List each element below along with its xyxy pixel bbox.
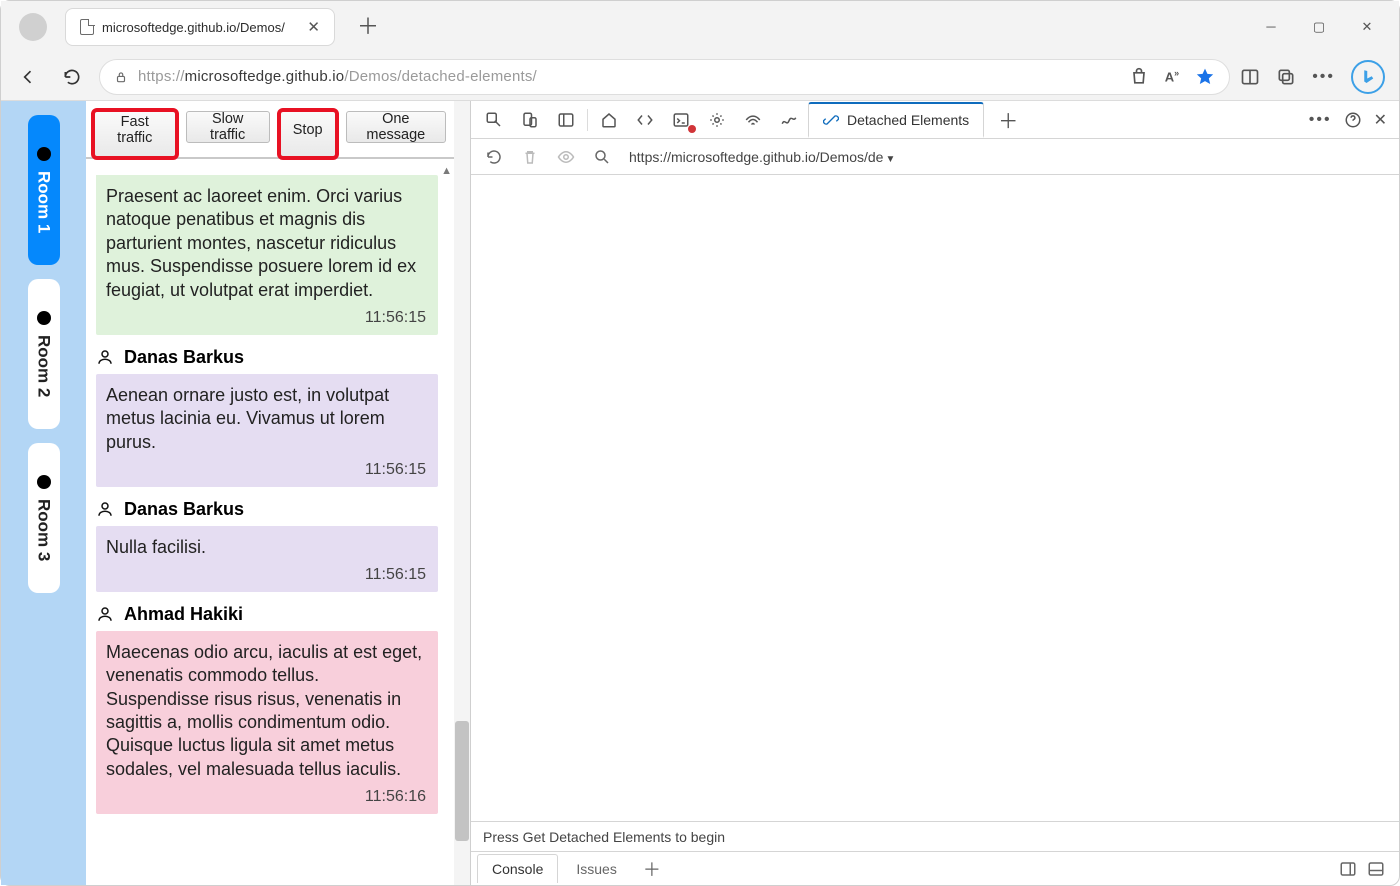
room-label: Room 2 bbox=[34, 335, 54, 397]
profile-avatar[interactable] bbox=[19, 13, 47, 41]
detached-elements-icon bbox=[823, 112, 839, 128]
message-timestamp: 11:56:16 bbox=[106, 787, 426, 808]
rooms-sidebar: Room 1 Room 2 Room 3 bbox=[1, 101, 86, 885]
devtools-body bbox=[471, 175, 1399, 821]
devtools-tab-label: Detached Elements bbox=[847, 112, 969, 128]
performance-tool-icon[interactable] bbox=[772, 105, 806, 135]
slow-traffic-button[interactable]: Slow traffic bbox=[186, 111, 270, 143]
devtools-drawer: Console Issues ＋ bbox=[471, 851, 1399, 885]
nav-refresh-button[interactable] bbox=[55, 60, 89, 94]
tab-title: microsoftedge.github.io/Demos/ bbox=[102, 20, 295, 35]
url-box[interactable]: https://microsoftedge.github.io/Demos/de… bbox=[99, 59, 1230, 95]
devtools-tabstrip: Detached Elements ＋ ••• ✕ bbox=[471, 101, 1399, 139]
eye-icon[interactable] bbox=[551, 142, 581, 172]
avatar-icon bbox=[96, 605, 114, 623]
chat-message: Praesent ac laoreet enim. Orci varius na… bbox=[96, 175, 438, 335]
refresh-detached-icon[interactable] bbox=[479, 142, 509, 172]
drawer-tab-console[interactable]: Console bbox=[477, 854, 558, 883]
message-timestamp: 11:56:15 bbox=[106, 460, 426, 481]
message-author: Ahmad Hakiki bbox=[124, 604, 243, 625]
window-controls bbox=[1259, 19, 1393, 35]
devtools-help-icon[interactable] bbox=[1344, 111, 1362, 129]
drawer-collapse-icon[interactable] bbox=[1367, 860, 1385, 878]
favorite-star-icon[interactable] bbox=[1195, 67, 1215, 87]
new-tab-button[interactable]: ＋ bbox=[351, 16, 385, 38]
browser-address-bar: https://microsoftedge.github.io/Demos/de… bbox=[1, 53, 1399, 101]
more-menu-icon[interactable]: ••• bbox=[1312, 68, 1335, 86]
split-screen-icon[interactable] bbox=[1240, 67, 1260, 87]
devtools-frame-url[interactable]: https://microsoftedge.github.io/Demos/de… bbox=[629, 149, 895, 165]
window-maximize-icon[interactable] bbox=[1307, 19, 1331, 35]
drawer-add-tab-button[interactable]: ＋ bbox=[635, 856, 669, 882]
lock-icon bbox=[114, 69, 128, 85]
devtools-add-tab-button[interactable]: ＋ bbox=[992, 105, 1024, 134]
drawer-dock-icon[interactable] bbox=[1339, 860, 1357, 878]
room-tab-1[interactable]: Room 1 bbox=[28, 115, 60, 265]
messages-list: ▲ Praesent ac laoreet enim. Orci varius … bbox=[86, 159, 454, 885]
avatar-icon bbox=[96, 500, 114, 518]
shopping-icon[interactable] bbox=[1129, 67, 1149, 87]
fast-traffic-button[interactable]: Fast traffic bbox=[94, 111, 176, 157]
network-tool-icon[interactable] bbox=[736, 105, 770, 135]
devtools-toolbar: https://microsoftedge.github.io/Demos/de… bbox=[471, 139, 1399, 175]
dock-side-icon[interactable] bbox=[549, 105, 583, 135]
page-icon bbox=[80, 19, 94, 35]
avatar-icon bbox=[96, 348, 114, 366]
message-text: Maecenas odio arcu, iaculis at est eget,… bbox=[106, 641, 426, 781]
search-icon[interactable] bbox=[587, 142, 617, 172]
tab-close-icon[interactable]: ✕ bbox=[303, 16, 324, 38]
bing-chat-icon[interactable] bbox=[1351, 60, 1385, 94]
read-aloud-icon[interactable]: A» bbox=[1165, 68, 1179, 84]
message-author: Danas Barkus bbox=[124, 347, 244, 368]
detached-elements-tab[interactable]: Detached Elements bbox=[808, 102, 984, 138]
collections-icon[interactable] bbox=[1276, 67, 1296, 87]
inspect-element-icon[interactable] bbox=[477, 105, 511, 135]
message-text: Praesent ac laoreet enim. Orci varius na… bbox=[106, 185, 426, 302]
nav-back-button[interactable] bbox=[11, 60, 45, 94]
chat-message: Danas Barkus Aenean ornare justo est, in… bbox=[96, 347, 438, 487]
room-label: Room 3 bbox=[34, 499, 54, 561]
drawer-tab-issues[interactable]: Issues bbox=[562, 855, 630, 883]
window-close-icon[interactable] bbox=[1355, 19, 1379, 35]
devtools-status-bar: Press Get Detached Elements to begin bbox=[471, 821, 1399, 851]
page-pane: Room 1 Room 2 Room 3 Fast traffic Slow t… bbox=[1, 101, 471, 885]
message-timestamp: 11:56:15 bbox=[106, 565, 426, 586]
chat-message: Danas Barkus Nulla facilisi. 11:56:15 bbox=[96, 499, 438, 592]
chat-message: Ahmad Hakiki Maecenas odio arcu, iaculis… bbox=[96, 604, 438, 814]
message-text: Nulla facilisi. bbox=[106, 536, 426, 559]
room-label: Room 1 bbox=[34, 171, 54, 233]
traffic-button-row: Fast traffic Slow traffic Stop One messa… bbox=[86, 101, 454, 159]
window-minimize-icon[interactable] bbox=[1259, 19, 1283, 35]
elements-tool-icon[interactable] bbox=[628, 105, 662, 135]
one-message-button[interactable]: One message bbox=[346, 111, 446, 143]
browser-tab[interactable]: microsoftedge.github.io/Demos/ ✕ bbox=[65, 8, 335, 46]
room-tab-2[interactable]: Room 2 bbox=[28, 279, 60, 429]
scrollbar-thumb[interactable] bbox=[455, 721, 469, 841]
page-scrollbar[interactable] bbox=[454, 101, 470, 885]
delete-icon[interactable] bbox=[515, 142, 545, 172]
devtools-pane: Detached Elements ＋ ••• ✕ https://micros… bbox=[471, 101, 1399, 885]
welcome-tool-icon[interactable] bbox=[592, 105, 626, 135]
stop-button[interactable]: Stop bbox=[280, 111, 336, 157]
message-timestamp: 11:56:15 bbox=[106, 308, 426, 329]
sources-tool-icon[interactable] bbox=[700, 105, 734, 135]
room-status-dot bbox=[37, 147, 51, 161]
room-status-dot bbox=[37, 475, 51, 489]
scroll-up-indicator: ▲ bbox=[441, 165, 452, 177]
browser-titlebar: microsoftedge.github.io/Demos/ ✕ ＋ bbox=[1, 1, 1399, 53]
room-tab-3[interactable]: Room 3 bbox=[28, 443, 60, 593]
room-status-dot bbox=[37, 311, 51, 325]
console-tool-icon[interactable] bbox=[664, 105, 698, 135]
devtools-more-icon[interactable]: ••• bbox=[1309, 111, 1332, 129]
message-author: Danas Barkus bbox=[124, 499, 244, 520]
message-text: Aenean ornare justo est, in volutpat met… bbox=[106, 384, 426, 454]
devtools-close-icon[interactable]: ✕ bbox=[1374, 110, 1387, 130]
url-text: https://microsoftedge.github.io/Demos/de… bbox=[138, 68, 537, 85]
device-emulation-icon[interactable] bbox=[513, 105, 547, 135]
devtools-status-text: Press Get Detached Elements to begin bbox=[483, 829, 725, 845]
